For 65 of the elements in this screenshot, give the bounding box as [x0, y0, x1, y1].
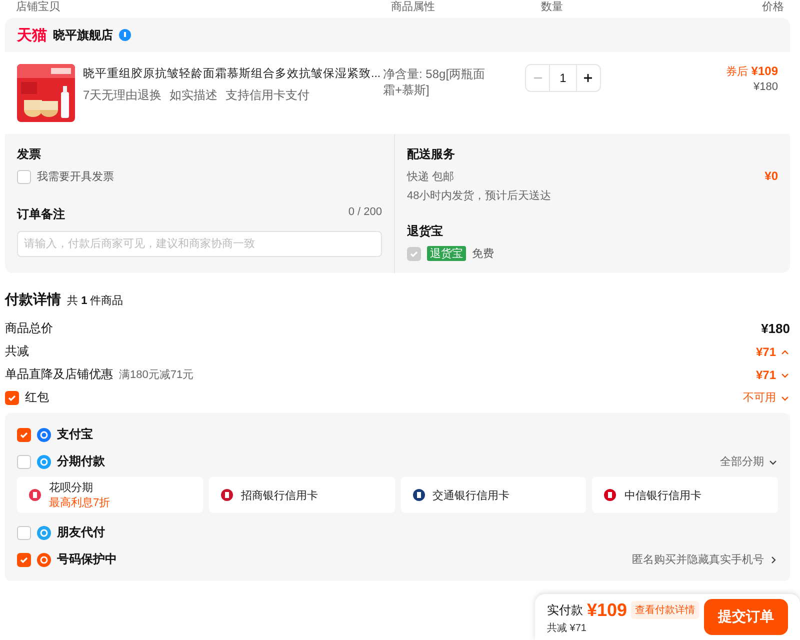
total-amount: ¥109: [587, 600, 628, 620]
discount-value: ¥71: [756, 344, 776, 358]
column-header: 价格: [761, 0, 784, 14]
quantity-value: 1: [549, 65, 577, 91]
service-label: 如实描述: [170, 87, 218, 104]
payment-method-label[interactable]: 号码保护中: [57, 551, 117, 568]
price-value: ¥180: [761, 321, 790, 336]
bank-logo-icon: [220, 489, 233, 501]
service-label: 7天无理由退换: [83, 87, 162, 104]
bonus-label: 红包: [25, 389, 49, 406]
coupon-label: 券后: [726, 66, 748, 78]
delivery-eta: 48小时内发货，预计后天送达: [407, 189, 552, 203]
shop-name[interactable]: 晓平旗舰店: [53, 26, 113, 44]
item-count: 共 1 件商品: [67, 294, 124, 308]
plus-icon: [583, 73, 594, 83]
payment-method-label[interactable]: 朋友代付: [57, 524, 105, 541]
bank-logo-icon: [604, 489, 616, 501]
invoice-title: 发票: [17, 146, 42, 163]
installment-option[interactable]: 招商银行信用卡: [208, 477, 394, 513]
installment-option[interactable]: 中信银行信用卡: [592, 477, 778, 513]
insurance-note: 免费: [472, 247, 494, 261]
char-count: 0 / 200: [348, 206, 382, 220]
bonus-status: 不可用: [743, 391, 776, 405]
saved-amount: 共减 ¥71: [547, 622, 588, 634]
checkbox[interactable]: [17, 170, 31, 184]
store-brand: 天猫: [17, 26, 47, 44]
installment-option[interactable]: 花呗分期 最高利息7折: [17, 477, 203, 513]
price-row-label: 商品总价: [5, 320, 53, 337]
product-attribute: 净含量: 58g[两瓶面霜+慕斯]: [383, 66, 486, 98]
invoice-label[interactable]: 我需要开具发票: [37, 169, 114, 184]
checkbox[interactable]: [17, 454, 31, 468]
bank-logo-icon: [29, 489, 41, 501]
method-link[interactable]: 匿名购买并隐藏真实手机号: [632, 552, 764, 567]
quantity-stepper[interactable]: 1: [525, 64, 601, 92]
total-label: 实付款: [547, 602, 583, 618]
installment-option[interactable]: 交通银行信用卡: [400, 477, 586, 513]
product-title[interactable]: 晓平重组胶原抗皱轻龄面霜慕斯组合多效抗皱保湿紧致...: [83, 66, 383, 81]
payment-title: 付款详情: [5, 291, 61, 309]
original-price: ¥180: [752, 81, 778, 93]
insurance-tag: 退货宝: [427, 246, 466, 261]
price-row-label: 单品直降及店铺优惠: [5, 366, 113, 383]
price-row-label: 共减: [5, 343, 29, 360]
target-icon: [37, 454, 51, 468]
service-label: 支持信用卡支付: [226, 87, 310, 104]
discount-value: ¥71: [756, 368, 776, 382]
coupon-price: ¥109: [751, 64, 778, 78]
column-header: 数量: [541, 0, 564, 14]
checkbox[interactable]: [5, 390, 19, 404]
bank-logo-icon: [412, 489, 424, 501]
checkbox[interactable]: [17, 552, 31, 566]
column-header: 店铺宝贝: [16, 0, 61, 14]
checkbox[interactable]: [407, 246, 421, 260]
delivery-price: ¥0: [764, 169, 778, 184]
payment-method-label[interactable]: 支付宝: [57, 426, 93, 443]
payment-method-label[interactable]: 分期付款: [57, 453, 105, 470]
checkbox[interactable]: [17, 428, 31, 442]
method-link[interactable]: 全部分期: [720, 454, 764, 469]
checkbox[interactable]: [17, 526, 31, 540]
return-insurance-title: 退货宝: [407, 223, 444, 240]
delivery-method: 快递 包邮: [407, 170, 454, 184]
note-field[interactable]: 请输入，付款后商家可见，建议和商家协商一致: [17, 231, 382, 257]
discount-detail: 满180元减71元: [119, 368, 194, 382]
delivery-title: 配送服务: [407, 146, 456, 163]
column-header: 商品属性: [391, 0, 436, 14]
note-title: 订单备注: [17, 206, 65, 223]
